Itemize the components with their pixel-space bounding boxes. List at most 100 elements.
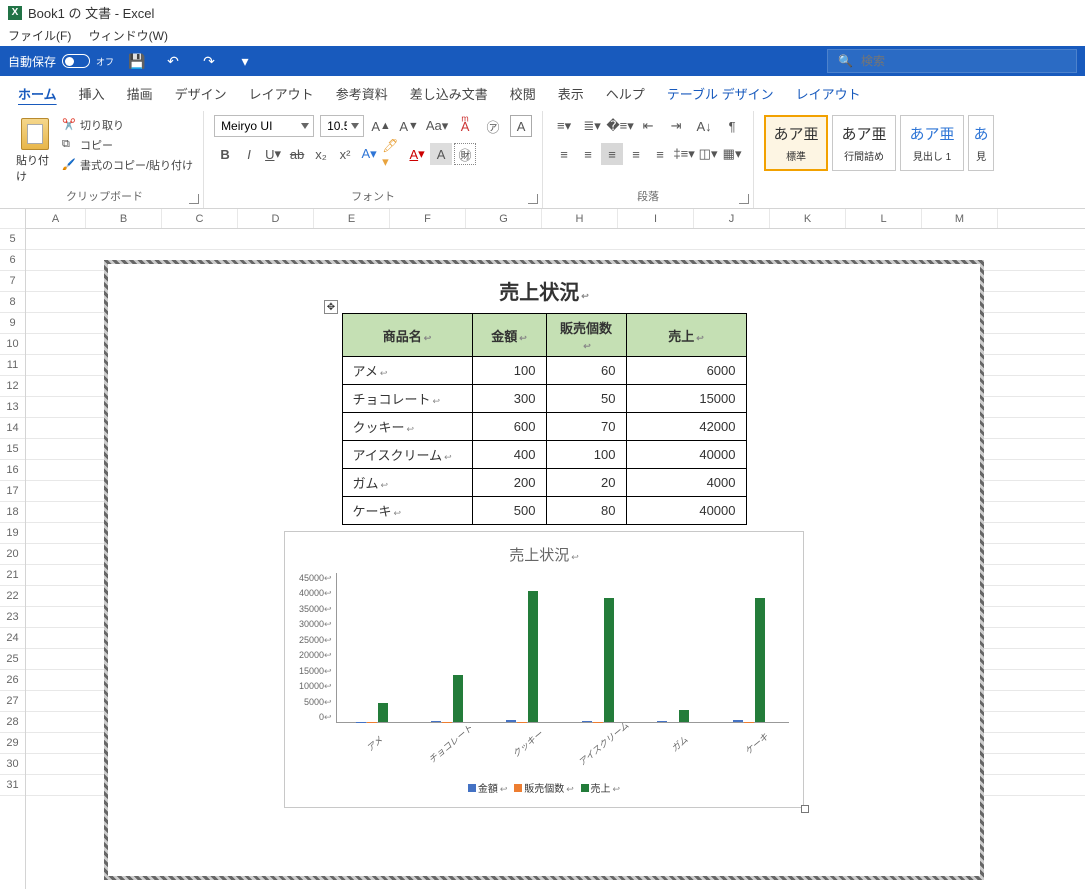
copy-button[interactable]: ⧉コピー (62, 135, 193, 155)
search-box[interactable]: 🔍 (827, 49, 1077, 73)
dialog-launcher-icon[interactable] (528, 194, 538, 204)
numbering-icon[interactable]: ≣▾ (581, 115, 603, 137)
table-anchor-icon[interactable]: ✥ (324, 300, 338, 314)
col-header[interactable]: B (86, 209, 162, 228)
save-icon[interactable]: 💾 (124, 48, 150, 74)
justify-icon[interactable]: ≡ (625, 143, 647, 165)
multilevel-icon[interactable]: �≡▾ (609, 115, 631, 137)
grow-font-icon[interactable]: A▲ (370, 115, 392, 137)
style-heading1[interactable]: あア亜見出し 1 (900, 115, 964, 171)
table-row[interactable]: クッキー6007042000 (342, 413, 746, 441)
row-header[interactable]: 9 (0, 313, 25, 334)
bold-icon[interactable]: B (214, 143, 236, 165)
col-header[interactable]: M (922, 209, 998, 228)
highlight-icon[interactable]: 🖊▾ (382, 143, 404, 165)
tab-draw[interactable]: 描画 (127, 84, 153, 103)
style-normal[interactable]: あア亜標準 (764, 115, 828, 171)
shrink-font-icon[interactable]: A▼ (398, 115, 420, 137)
tab-table-design[interactable]: テーブル デザイン (667, 84, 774, 103)
table-row[interactable]: チョコレート3005015000 (342, 385, 746, 413)
tab-references[interactable]: 参考資料 (336, 84, 388, 103)
row-header[interactable]: 24 (0, 628, 25, 649)
col-header[interactable]: J (694, 209, 770, 228)
autosave-toggle[interactable]: 自動保存 オフ (8, 53, 114, 70)
style-nospacing[interactable]: あア亜行間詰め (832, 115, 896, 171)
subscript-icon[interactable]: x₂ (310, 143, 332, 165)
dialog-launcher-icon[interactable] (739, 194, 749, 204)
align-center-icon[interactable]: ≡ (577, 143, 599, 165)
font-color-icon[interactable]: A▾ (406, 143, 428, 165)
italic-icon[interactable]: I (238, 143, 260, 165)
row-header[interactable]: 11 (0, 355, 25, 376)
row-header[interactable]: 18 (0, 502, 25, 523)
redo-icon[interactable]: ↷ (196, 48, 222, 74)
text-effects-icon[interactable]: A▾ (358, 143, 380, 165)
row-header[interactable]: 27 (0, 691, 25, 712)
row-header[interactable]: 25 (0, 649, 25, 670)
style-heading2[interactable]: あ見 (968, 115, 994, 171)
row-header[interactable]: 16 (0, 460, 25, 481)
col-header[interactable]: C (162, 209, 238, 228)
line-spacing-icon[interactable]: ‡≡▾ (673, 143, 695, 165)
row-header[interactable]: 22 (0, 586, 25, 607)
clear-format-icon[interactable]: Aͫ (454, 115, 476, 137)
row-headers[interactable]: 5678910111213141516171819202122232425262… (0, 209, 26, 889)
tab-view[interactable]: 表示 (558, 84, 584, 103)
tab-review[interactable]: 校閲 (510, 84, 536, 103)
row-header[interactable]: 7 (0, 271, 25, 292)
resize-handle-icon[interactable] (801, 805, 809, 813)
sort-icon[interactable]: A↓ (693, 115, 715, 137)
cell-grid[interactable]: ✥ 売上状況 商品名 金額 販売個数 売上 アメ100606000チョコレート3… (26, 229, 1085, 889)
tab-layout[interactable]: レイアウト (249, 84, 314, 103)
align-right-icon[interactable]: ≡ (601, 143, 623, 165)
font-size-select[interactable] (320, 115, 364, 137)
col-header[interactable]: I (618, 209, 694, 228)
superscript-icon[interactable]: x² (334, 143, 356, 165)
dialog-launcher-icon[interactable] (189, 194, 199, 204)
strike-icon[interactable]: ab (286, 143, 308, 165)
table-row[interactable]: アメ100606000 (342, 357, 746, 385)
phonetic-icon[interactable]: ㋐ (482, 115, 504, 137)
col-header[interactable]: F (390, 209, 466, 228)
bullets-icon[interactable]: ≡▾ (553, 115, 575, 137)
row-header[interactable]: 15 (0, 439, 25, 460)
col-header[interactable]: L (846, 209, 922, 228)
shading-icon[interactable]: ◫▾ (697, 143, 719, 165)
row-header[interactable]: 19 (0, 523, 25, 544)
row-header[interactable]: 30 (0, 754, 25, 775)
row-header[interactable]: 10 (0, 334, 25, 355)
tab-mailings[interactable]: 差し込み文書 (410, 84, 488, 103)
tab-design[interactable]: デザイン (175, 84, 227, 103)
row-header[interactable]: 20 (0, 544, 25, 565)
inc-indent-icon[interactable]: ⇥ (665, 115, 687, 137)
menu-window[interactable]: ウィンドウ(W) (89, 29, 168, 43)
row-header[interactable]: 23 (0, 607, 25, 628)
tab-insert[interactable]: 挿入 (79, 84, 105, 103)
row-header[interactable]: 29 (0, 733, 25, 754)
borders-icon[interactable]: ▦▾ (721, 143, 743, 165)
table-row[interactable]: ガム200204000 (342, 469, 746, 497)
distribute-icon[interactable]: ≡ (649, 143, 671, 165)
change-case-icon[interactable]: Aa▾ (426, 115, 448, 137)
table-row[interactable]: アイスクリーム40010040000 (342, 441, 746, 469)
row-header[interactable]: 5 (0, 229, 25, 250)
search-input[interactable] (861, 54, 1016, 68)
font-name-select[interactable] (214, 115, 314, 137)
char-border-icon[interactable]: A (510, 115, 532, 137)
enclose-char-icon[interactable]: ㊖ (454, 143, 476, 165)
paste-button[interactable]: 貼り付け (16, 115, 54, 186)
row-header[interactable]: 17 (0, 481, 25, 502)
tab-help[interactable]: ヘルプ (606, 84, 645, 103)
row-header[interactable]: 12 (0, 376, 25, 397)
dec-indent-icon[interactable]: ⇤ (637, 115, 659, 137)
underline-icon[interactable]: U▾ (262, 143, 284, 165)
row-header[interactable]: 26 (0, 670, 25, 691)
col-header[interactable]: H (542, 209, 618, 228)
cut-button[interactable]: ✂️切り取り (62, 115, 193, 135)
row-header[interactable]: 8 (0, 292, 25, 313)
col-header[interactable]: K (770, 209, 846, 228)
format-painter-button[interactable]: 🖌️書式のコピー/貼り付け (62, 155, 193, 175)
align-left-icon[interactable]: ≡ (553, 143, 575, 165)
tab-table-layout[interactable]: レイアウト (796, 84, 861, 103)
row-header[interactable]: 6 (0, 250, 25, 271)
